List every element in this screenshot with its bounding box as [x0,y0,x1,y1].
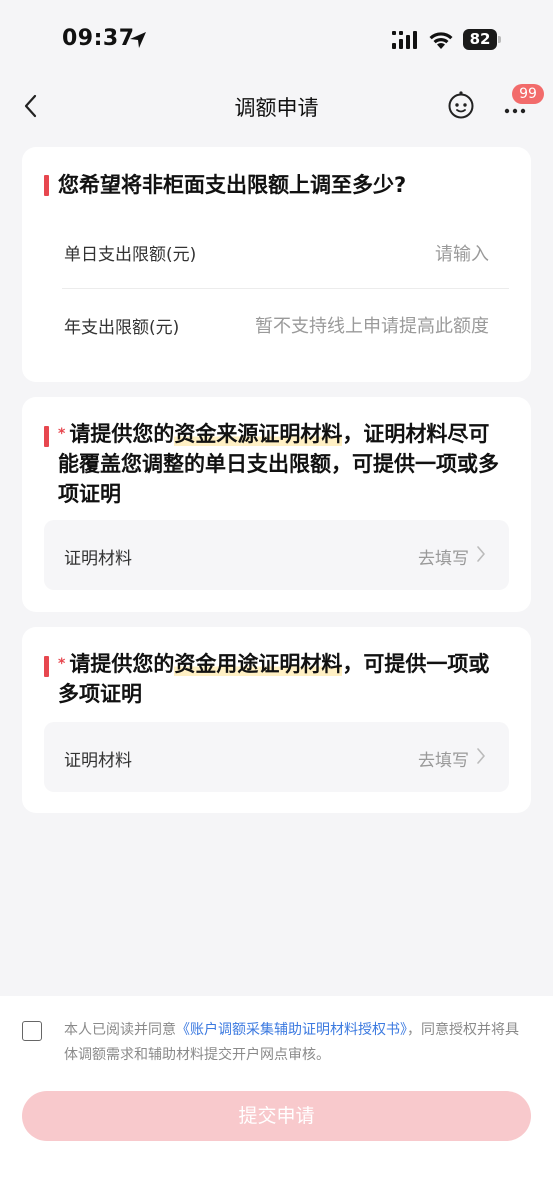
assistant-robot-icon[interactable] [446,90,476,120]
required-mark: * [58,426,66,442]
question-text: 请提供您的 [69,422,175,446]
battery-indicator: 82 [463,29,503,50]
notification-badge: 99 [512,84,544,104]
divider [62,288,509,289]
limit-question: 您希望将非柜面支出限额上调至多少? [58,173,407,197]
submit-button[interactable]: 提交申请 [22,1091,531,1141]
question-highlight: 资金用途证明材料 [174,652,343,676]
fund-source-card: * 请提供您的资金来源证明材料，证明材料尽可能覆盖您调整的单日支出限额，可提供一项… [22,397,531,612]
status-time: 09:37 [62,26,135,51]
location-arrow-icon [130,32,146,48]
daily-limit-label: 单日支出限额(元) [64,245,197,265]
section-marker [44,426,49,447]
proof-material-label: 证明材料 [64,751,132,771]
section-marker [44,656,49,677]
question-highlight: 资金来源证明材料 [174,422,343,446]
fund-usage-question: * 请提供您的资金用途证明材料，可提供一项或多项证明 [58,649,503,709]
authorization-link[interactable]: 《账户调额采集辅助证明材料授权书》 [176,1022,407,1038]
chevron-right-icon [477,546,485,562]
bottom-panel: 本人已阅读并同意《账户调额采集辅助证明材料授权书》，同意授权并将具体调额需求和辅… [0,996,553,1200]
fill-in-link[interactable]: 去填写 [418,746,469,771]
fund-usage-card: * 请提供您的资金用途证明材料，可提供一项或多项证明 证明材料 去填写 [22,627,531,813]
chevron-right-icon [477,748,485,764]
fund-source-question: * 请提供您的资金来源证明材料，证明材料尽可能覆盖您调整的单日支出限额，可提供一项… [58,419,503,509]
nav-bar: 调额申请 99 [0,80,553,132]
agreement-text: 本人已阅读并同意《账户调额采集辅助证明材料授权书》，同意授权并将具体调额需求和辅… [64,1018,532,1068]
required-mark: * [58,656,66,672]
yearly-limit-label: 年支出限额(元) [64,318,180,338]
wifi-icon [429,32,453,49]
question-text: 请提供您的 [69,652,175,676]
daily-limit-input[interactable]: 请输入 [435,240,489,266]
proof-material-label: 证明材料 [64,549,132,569]
proof-material-row[interactable]: 证明材料 去填写 [44,722,509,792]
limit-card: 您希望将非柜面支出限额上调至多少? 单日支出限额(元) 请输入 年支出限额(元)… [22,147,531,382]
cellular-signal-icon [392,31,417,49]
yearly-limit-note: 暂不支持线上申请提高此额度 [255,316,489,337]
section-marker [44,175,49,196]
fill-in-link[interactable]: 去填写 [418,544,469,569]
battery-level: 82 [463,29,497,50]
status-bar: 09:37 82 [0,0,553,80]
proof-material-row[interactable]: 证明材料 去填写 [44,520,509,590]
battery-tip [498,36,501,43]
agreement-checkbox[interactable] [22,1021,42,1041]
agreement-prefix: 本人已阅读并同意 [64,1022,176,1038]
